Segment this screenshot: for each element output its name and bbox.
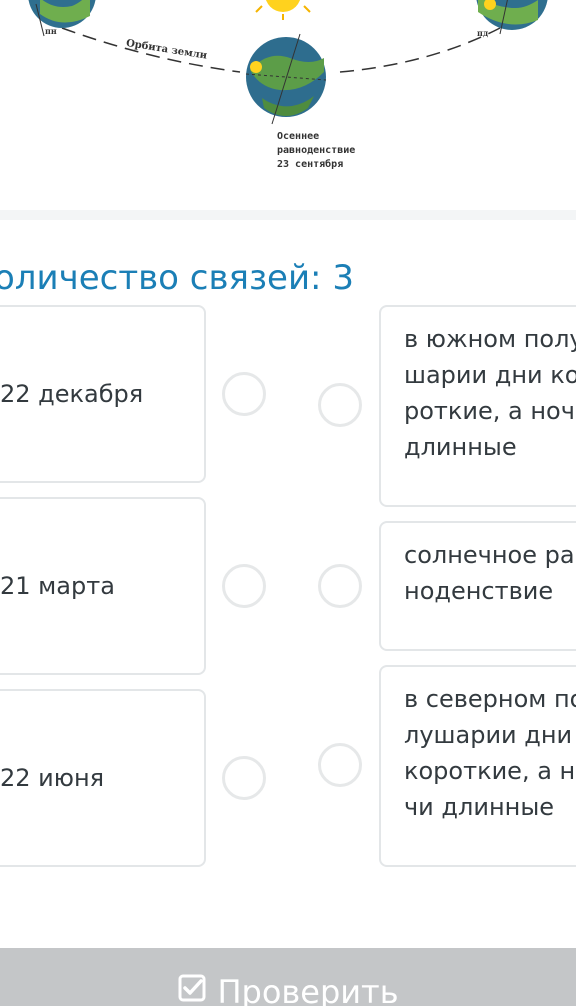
caption-line: равноденствие [277,145,356,156]
left-match-card[interactable]: 22 июня [0,689,206,867]
caption-line: 23 сентября [277,159,344,170]
earth-center-icon [245,33,327,125]
right-match-card[interactable]: солнечное равноденствие [379,521,576,651]
left-match-label: 22 июня [0,764,105,792]
right-connector-radio[interactable] [318,383,362,427]
left-match-card[interactable]: 21 марта [0,497,206,675]
checkbox-icon [177,973,207,1006]
left-match-label: 22 декабря [0,380,144,408]
summer-solstice-marker: пд [477,28,489,38]
right-match-label: солнечное равноденствие [404,541,576,605]
right-match-card[interactable]: в южном полушарии дни короткие, а ночи д… [379,305,576,507]
check-button[interactable]: Проверить [0,948,576,1006]
equinox-caption: Осеннее равноденствие 23 сентября [277,130,355,172]
caption-line: Осеннее [277,131,320,142]
right-match-label: в южном полушарии дни короткие, а ночи д… [404,325,576,461]
right-match-label: в северном полушарии дни короткие, а ноч… [404,685,576,821]
right-connector-radio[interactable] [318,743,362,787]
left-match-card[interactable]: 22 декабря [0,305,206,483]
left-match-label: 21 марта [0,572,115,600]
connections-count-heading: оличество связей: 3 [0,258,354,298]
right-match-card[interactable]: в северном полушарии дни короткие, а ноч… [379,665,576,867]
orbit-illustration [28,0,548,125]
winter-solstice-marker: пн [45,26,57,36]
left-connector-radio[interactable] [222,564,266,608]
section-divider [0,210,576,220]
task-screen: Орбита земли пн пд Осеннее равноденствие… [0,0,576,1006]
orbit-diagram: Орбита земли пн пд Осеннее равноденствие… [0,0,576,210]
left-connector-radio[interactable] [222,756,266,800]
check-button-label: Проверить [217,973,399,1006]
left-connector-radio[interactable] [222,372,266,416]
right-connector-radio[interactable] [318,564,362,608]
earth-left-icon [28,0,96,37]
